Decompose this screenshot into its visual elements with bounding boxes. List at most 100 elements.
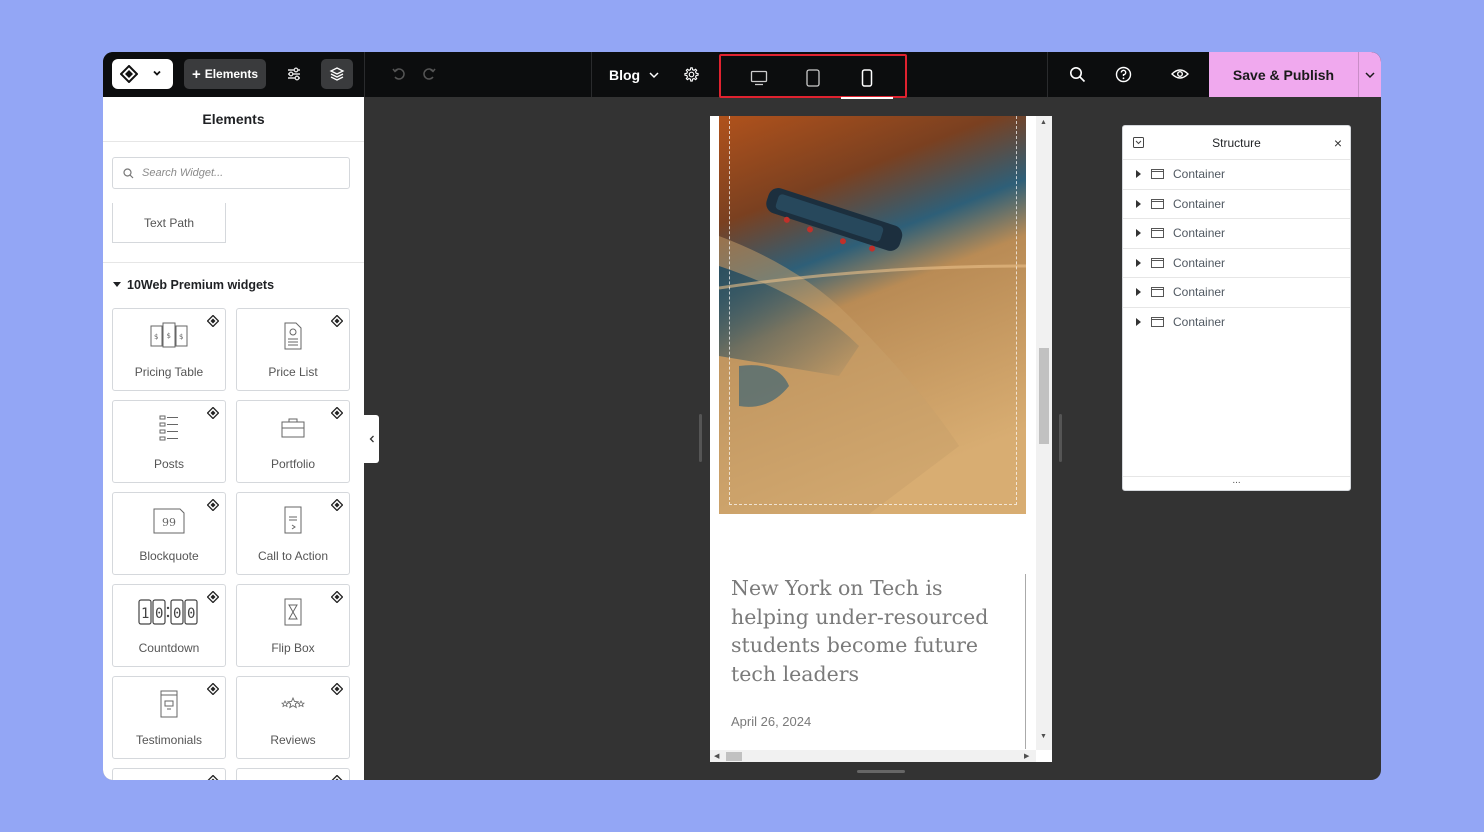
- save-options-button[interactable]: [1359, 52, 1381, 97]
- structure-item-label: Container: [1173, 226, 1226, 241]
- redo-button[interactable]: [413, 59, 445, 89]
- widget-testimonials[interactable]: Testimonials: [112, 676, 226, 759]
- page-selector[interactable]: Blog: [609, 52, 660, 97]
- widget-countdown[interactable]: 1000 Countdown: [112, 584, 226, 667]
- vertical-scrollbar[interactable]: ▲ ▼: [1036, 116, 1052, 750]
- widget-partial[interactable]: [112, 768, 226, 780]
- post-title[interactable]: New York on Tech is helping under-resour…: [731, 574, 1011, 688]
- widget-text-path[interactable]: Text Path: [112, 203, 226, 243]
- sliders-icon: [288, 67, 300, 81]
- resize-handle-right[interactable]: [1059, 414, 1062, 462]
- widget-label: Text Path: [143, 215, 195, 230]
- collapse-box-icon[interactable]: [1133, 137, 1144, 148]
- search-widget-input[interactable]: [142, 167, 332, 179]
- page-settings-button[interactable]: [675, 59, 707, 89]
- widget-label: Reviews: [270, 733, 316, 747]
- caret-right-icon[interactable]: [1136, 288, 1142, 297]
- elements-button[interactable]: + Elements: [184, 59, 266, 89]
- structure-resize-handle[interactable]: ...: [1123, 476, 1350, 490]
- structure-item[interactable]: Container: [1123, 219, 1350, 249]
- widget-label: Testimonials: [135, 733, 203, 747]
- search-icon: [1069, 66, 1085, 82]
- structure-toggle-button[interactable]: [321, 59, 353, 89]
- widget-reviews[interactable]: Reviews: [236, 676, 350, 759]
- selected-container-outline: [729, 116, 1017, 505]
- chevron-left-icon: [369, 435, 374, 443]
- widget-label: Blockquote: [139, 549, 199, 563]
- resize-handle-bottom[interactable]: [857, 770, 905, 773]
- mobile-icon: [861, 68, 873, 87]
- horizontal-scrollbar[interactable]: ◀ ▶: [710, 750, 1036, 762]
- mobile-preview-frame: New York on Tech is helping under-resour…: [710, 116, 1052, 762]
- scroll-down-icon[interactable]: ▼: [1040, 733, 1047, 740]
- search-button[interactable]: [1061, 59, 1093, 89]
- caret-right-icon[interactable]: [1136, 199, 1142, 208]
- structure-item-label: Container: [1173, 255, 1226, 270]
- widget-flip-box[interactable]: Flip Box: [236, 584, 350, 667]
- widget-label: Flip Box: [271, 641, 315, 655]
- countdown-icon: 1000: [113, 597, 225, 627]
- save-publish-label: Save & Publish: [1232, 66, 1335, 83]
- caret-right-icon[interactable]: [1136, 318, 1142, 327]
- widget-posts[interactable]: Posts: [112, 400, 226, 483]
- widget-label: Portfolio: [270, 457, 316, 471]
- structure-item[interactable]: Container: [1123, 190, 1350, 219]
- undo-icon: [392, 68, 405, 80]
- elements-panel: Elements Text Path 10Web Premium widgets…: [103, 97, 364, 780]
- collapse-panel-button[interactable]: [364, 415, 379, 463]
- structure-item[interactable]: Container: [1123, 249, 1350, 278]
- caret-right-icon[interactable]: [1136, 229, 1142, 238]
- site-menu-button[interactable]: [112, 59, 173, 89]
- structure-item-label: Container: [1173, 315, 1226, 330]
- caret-right-icon[interactable]: [1136, 170, 1142, 179]
- svg-text:0: 0: [187, 606, 195, 622]
- premium-badge-icon: [331, 774, 343, 780]
- widget-label: Call to Action: [257, 549, 329, 563]
- save-publish-button[interactable]: Save & Publish: [1209, 52, 1358, 97]
- structure-item[interactable]: Container: [1123, 308, 1350, 338]
- redo-icon: [423, 68, 436, 80]
- tablet-icon: [806, 68, 820, 87]
- structure-item-label: Container: [1173, 196, 1226, 211]
- tablet-view-button[interactable]: [787, 56, 839, 99]
- caret-down-icon: [113, 282, 121, 287]
- structure-item[interactable]: Container: [1123, 278, 1350, 308]
- horizontal-scroll-thumb[interactable]: [726, 752, 742, 761]
- widget-blockquote[interactable]: 99 Blockquote: [112, 492, 226, 575]
- preview-button[interactable]: [1164, 59, 1196, 89]
- svg-text:0: 0: [173, 606, 181, 622]
- svg-text:1: 1: [141, 606, 149, 622]
- scroll-up-icon[interactable]: ▲: [1040, 119, 1047, 126]
- widget-pricing-table[interactable]: $ $ $ Pricing Table: [112, 308, 226, 391]
- mobile-view-button[interactable]: [841, 56, 893, 99]
- container-icon: [1151, 287, 1164, 298]
- site-settings-button[interactable]: [278, 59, 310, 89]
- chevron-down-icon: [153, 70, 161, 76]
- resize-handle-left[interactable]: [699, 414, 702, 462]
- elements-button-label: Elements: [204, 67, 259, 81]
- scroll-left-icon[interactable]: ◀: [714, 752, 719, 760]
- premium-widgets-section-toggle[interactable]: 10Web Premium widgets: [113, 278, 274, 292]
- section-title: 10Web Premium widgets: [127, 278, 275, 292]
- container-icon: [1151, 228, 1164, 239]
- widget-price-list[interactable]: Price List: [236, 308, 350, 391]
- scroll-right-icon[interactable]: ▶: [1024, 752, 1029, 760]
- container-icon: [1151, 198, 1164, 209]
- widget-portfolio[interactable]: Portfolio: [236, 400, 350, 483]
- caret-right-icon[interactable]: [1136, 258, 1142, 267]
- svg-text:0: 0: [155, 606, 163, 622]
- desktop-view-button[interactable]: [733, 56, 785, 99]
- panel-title: Elements: [103, 97, 364, 142]
- widget-label: Posts: [153, 457, 184, 471]
- eye-icon: [1171, 69, 1189, 79]
- widget-partial[interactable]: [236, 768, 350, 780]
- help-button[interactable]: [1107, 59, 1139, 89]
- undo-button[interactable]: [383, 59, 415, 89]
- widget-search: [112, 157, 350, 189]
- close-icon[interactable]: ×: [1334, 135, 1342, 151]
- vertical-scroll-thumb[interactable]: [1039, 348, 1049, 444]
- structure-item[interactable]: Container: [1123, 160, 1350, 190]
- top-bar: + Elements Blog Save & Publish: [103, 52, 1381, 99]
- pricing-table-icon: $ $ $: [113, 321, 225, 351]
- widget-call-to-action[interactable]: Call to Action: [236, 492, 350, 575]
